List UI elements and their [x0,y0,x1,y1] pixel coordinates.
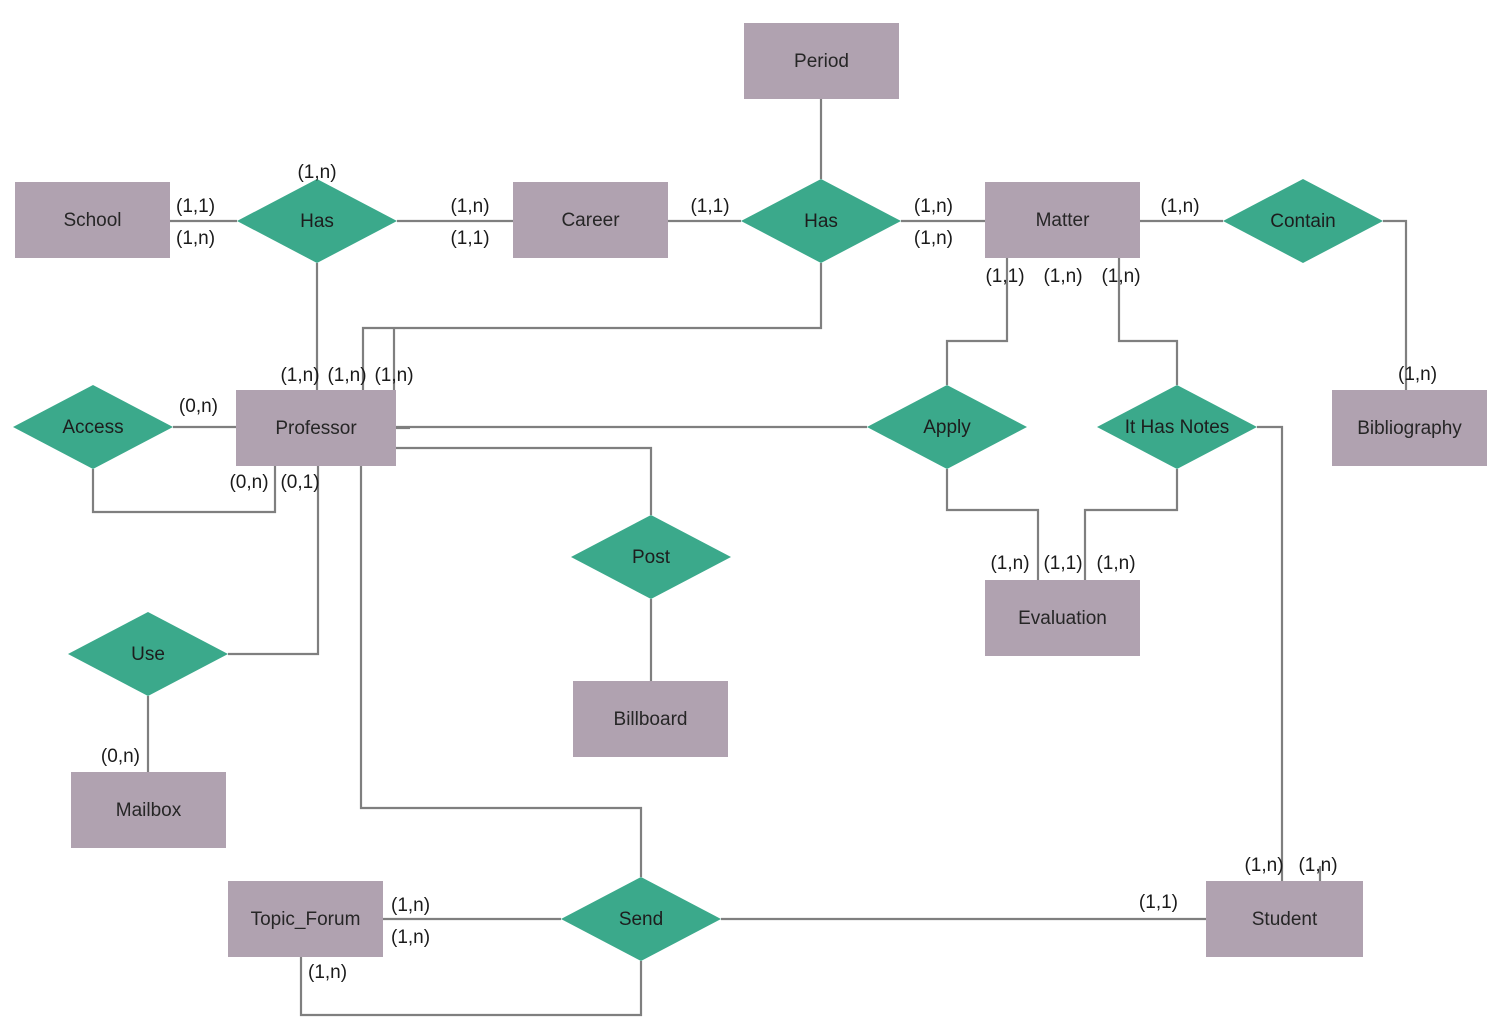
relationship-label-apply: Apply [923,417,971,438]
connection-ithasnotes-to-student [1257,425,1284,881]
entity-student[interactable]: Student [1206,881,1363,957]
relationship-label-access: Access [62,417,123,438]
entity-label-billboard: Billboard [614,709,688,730]
relationship-send[interactable]: Send [561,877,721,961]
cardinality-professor-access-loop: (0,n) [229,472,268,493]
cardinality-professor-has1: (1,n) [280,365,319,386]
cardinality-has1-career-bottom: (1,1) [450,228,489,249]
relationship-it_has_notes[interactable]: It Has Notes [1097,385,1257,469]
cardinality-professor-has2: (1,n) [327,365,366,386]
cardinality-professor-student: (1,n) [1298,855,1337,876]
entity-evaluation[interactable]: Evaluation [985,580,1140,656]
relationship-apply[interactable]: Apply [867,385,1027,469]
entity-matter[interactable]: Matter [985,182,1140,258]
relationship-label-it_has_notes: It Has Notes [1125,417,1230,438]
cardinality-has1-professor-top: (1,n) [297,162,336,183]
relationship-label-contain: Contain [1270,211,1336,232]
entity-mailbox[interactable]: Mailbox [71,772,226,848]
entity-label-matter: Matter [1036,210,1091,231]
relationship-label-send: Send [619,909,663,930]
relationship-has_career_matter[interactable]: Has [741,179,901,263]
entity-career[interactable]: Career [513,182,668,258]
cardinality-matter-contain: (1,n) [1160,196,1199,217]
entity-label-school: School [63,210,121,231]
entity-label-career: Career [561,210,620,231]
er-diagram: School Career Period Matter Bibliography Prof… [0,0,1500,1029]
relationship-post[interactable]: Post [571,515,731,599]
entity-label-professor: Professor [275,418,357,439]
cardinality-topicforum-send-loop: (1,n) [308,962,347,983]
entity-label-evaluation: Evaluation [1018,608,1107,629]
connection-has2-to-professor-elbow [361,263,823,390]
cardinality-has2-matter-top: (1,n) [914,196,953,217]
entity-period[interactable]: Period [744,23,899,99]
cardinality-school-has-bottom: (1,n) [176,228,215,249]
cardinality-topicforum-send-bottom: (1,n) [391,927,430,948]
cardinality-ithasnotes-student: (1,n) [1244,855,1283,876]
cardinality-send-student: (1,1) [1139,892,1178,913]
entity-label-topic_forum: Topic_Forum [251,909,361,930]
connection-professor-to-send [359,466,643,877]
relationship-access[interactable]: Access [13,385,173,469]
relationship-has_school_career[interactable]: Has [237,179,397,263]
connection-professor-to-post [396,446,653,515]
cardinality-matter-evaluation: (1,n) [1043,266,1082,287]
relationship-contain[interactable]: Contain [1223,179,1383,263]
relationship-label-has_career_matter: Has [804,211,838,232]
entity-professor[interactable]: Professor [236,390,396,466]
cardinality-topicforum-send-top: (1,n) [391,895,430,916]
entity-school[interactable]: School [15,182,170,258]
cardinality-professor-use: (0,1) [280,472,319,493]
entity-billboard[interactable]: Billboard [573,681,728,757]
cardinality-school-has-top: (1,1) [176,196,215,217]
relationship-label-post: Post [632,547,671,568]
cardinality-access-professor: (0,n) [179,396,218,417]
cardinality-has1-career-top: (1,n) [450,196,489,217]
relationship-label-has_school_career: Has [300,211,334,232]
cardinality-matter-apply: (1,1) [985,266,1024,287]
cardinality-layer: (1,1) (1,n) (1,n) (1,n) (1,1) (1,1) (1,n) (1,n)… [101,162,1437,983]
relationship-use[interactable]: Use [68,612,228,696]
entity-bibliography[interactable]: Bibliography [1332,390,1487,466]
cardinality-matter-ithasnotes: (1,n) [1101,266,1140,287]
connection-topicforum-loop-to-send [299,957,643,1017]
relationship-label-use: Use [131,644,165,665]
connection-use-to-professor [228,466,320,656]
cardinality-has2-matter-bottom: (1,n) [914,228,953,249]
cardinality-professor-matterline: (1,n) [374,365,413,386]
entity-label-period: Period [794,51,849,72]
entity-label-mailbox: Mailbox [116,800,182,821]
er-diagram-canvas: School Career Period Matter Bibliography Prof… [13,23,1487,1017]
entity-label-bibliography: Bibliography [1357,418,1462,439]
cardinality-career-has2: (1,1) [690,196,729,217]
cardinality-ithasnotes-evaluation: (1,n) [1096,553,1135,574]
cardinality-contain-bibliography: (1,n) [1398,364,1437,385]
entity-topic_forum[interactable]: Topic_Forum [228,881,383,957]
cardinality-apply-evaluation: (1,n) [990,553,1029,574]
cardinality-use-mailbox: (0,n) [101,746,140,767]
cardinality-matter-eval-mid: (1,1) [1043,553,1082,574]
entity-label-student: Student [1252,909,1318,930]
